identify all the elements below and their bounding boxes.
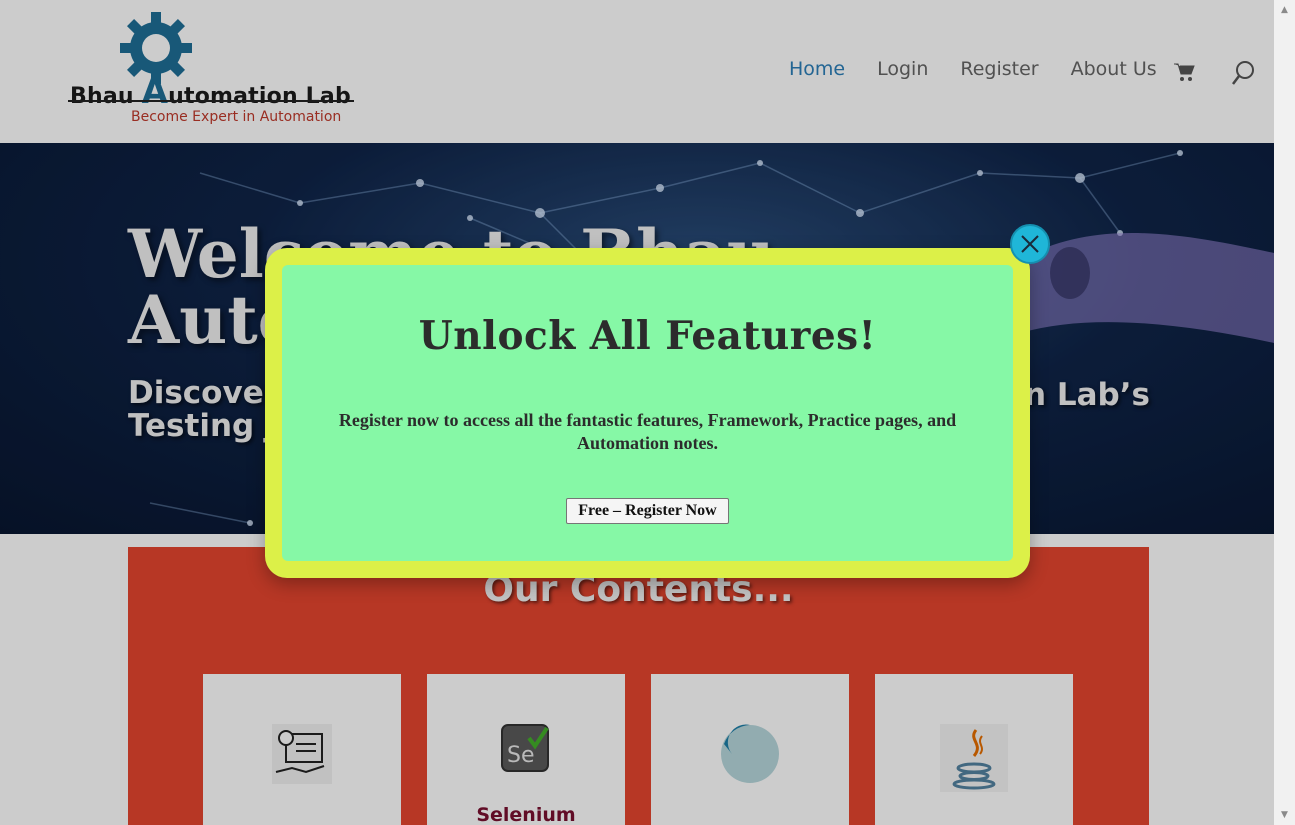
register-modal: Unlock All Features! Register now to acc… [265, 248, 1030, 578]
close-icon [1021, 235, 1039, 253]
modal-body: Unlock All Features! Register now to acc… [282, 265, 1013, 561]
page-scrollbar[interactable]: ▲ ▼ [1274, 0, 1295, 825]
scroll-down-arrow-icon[interactable]: ▼ [1274, 805, 1295, 825]
scroll-up-arrow-icon[interactable]: ▲ [1274, 0, 1295, 20]
register-now-button[interactable]: Free – Register Now [566, 498, 729, 524]
modal-title: Unlock All Features! [418, 313, 877, 359]
modal-message: Register now to access all the fantastic… [338, 410, 957, 453]
close-modal-button[interactable] [1010, 224, 1050, 264]
